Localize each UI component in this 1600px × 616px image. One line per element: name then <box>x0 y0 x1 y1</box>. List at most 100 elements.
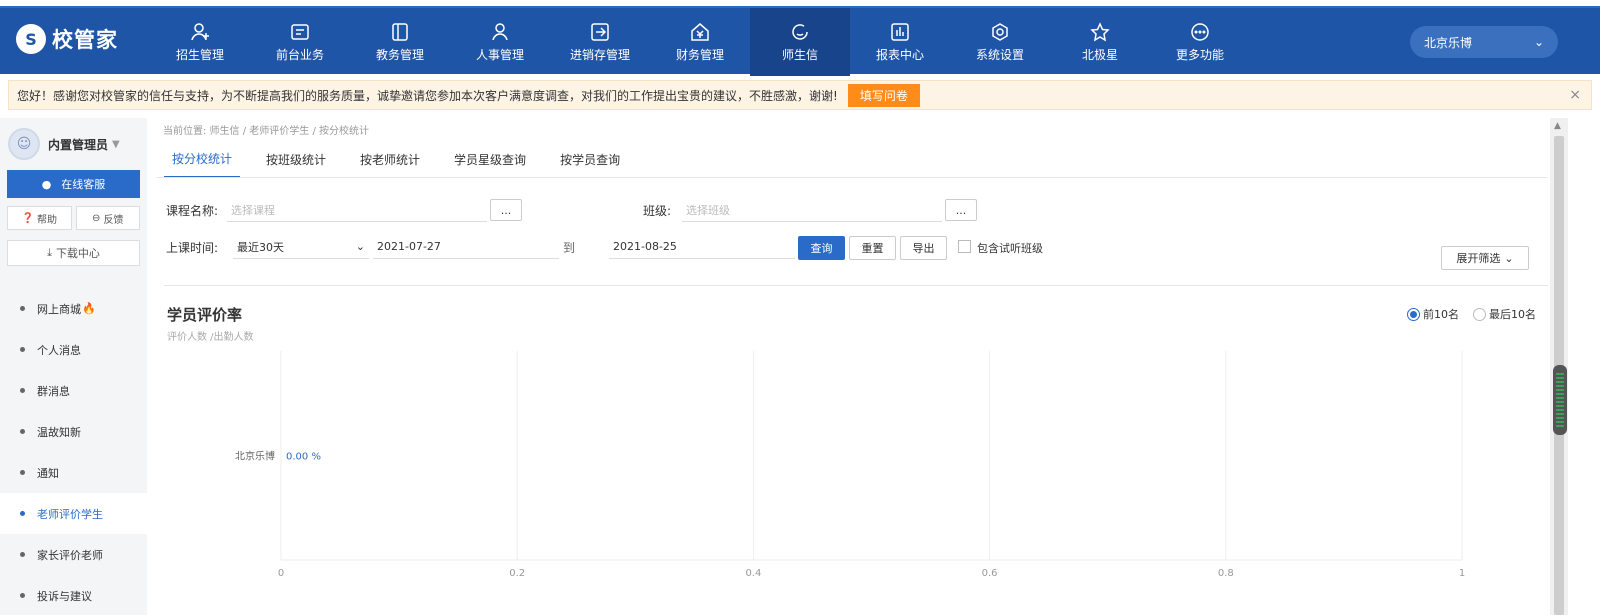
class-picker-button[interactable]: ... <box>945 199 977 221</box>
sidebar-menu: 网上商城 🔥 个人消息 群消息 温故知新 通知 老师评价学生 家长评价老师 投诉与… <box>0 288 147 616</box>
sidebar-item-label: 家长评价老师 <box>37 548 103 562</box>
bullet-icon <box>20 470 25 475</box>
nav-item-finance[interactable]: 财务管理 <box>650 8 750 76</box>
nav-item-inventory[interactable]: 进销存管理 <box>550 8 650 76</box>
nav-item-more[interactable]: 更多功能 <box>1150 8 1250 76</box>
evaluation-rate-chart: 0 0.2 0.4 0.6 0.8 1 北京乐博 0.00 % <box>235 351 1465 579</box>
radio-bottom10[interactable]: 最后10名 <box>1473 306 1536 322</box>
settings-icon <box>992 22 1008 41</box>
user-name: 内置管理员 <box>48 137 109 152</box>
finance-icon <box>691 22 709 41</box>
date-to-input[interactable]: 2021-08-25 <box>609 235 795 259</box>
class-input[interactable]: 选择班级 <box>682 198 942 222</box>
avatar: ☺ <box>8 128 40 160</box>
help-button[interactable]: ❓ 帮助 <box>7 206 72 230</box>
nav-label: 师生信 <box>781 47 818 62</box>
to-label: 到 <box>563 241 576 255</box>
radio-top10[interactable]: 前10名 <box>1407 306 1459 322</box>
chevron-down-icon: ⌄ <box>1504 251 1514 265</box>
nav-label: 前台业务 <box>275 47 324 62</box>
nav-label: 北极星 <box>1081 47 1118 62</box>
book-icon <box>392 22 408 41</box>
close-icon[interactable]: × <box>1569 87 1581 103</box>
sidebar-item-teacher-eval[interactable]: 老师评价学生 <box>0 493 147 534</box>
campus-select[interactable]: 北京乐博 ⌄ <box>1410 26 1558 58</box>
more-icon <box>1191 22 1209 41</box>
sidebar-item-label: 个人消息 <box>37 343 81 357</box>
nav-label: 人事管理 <box>475 47 524 62</box>
section-divider <box>164 285 1548 286</box>
bullet-icon <box>20 511 25 516</box>
sidebar-item-shop[interactable]: 网上商城 🔥 <box>0 288 147 329</box>
tab-star-query[interactable]: 学员星级查询 <box>446 140 534 178</box>
caret-down-icon: ▼ <box>112 138 120 150</box>
class-label: 班级: <box>643 204 672 218</box>
sidebar-item-personal-message[interactable]: 个人消息 <box>0 329 147 370</box>
logo[interactable]: S 校管家 <box>16 24 118 54</box>
x-tick-label: 1 <box>1459 568 1465 579</box>
sidebar-item-group-message[interactable]: 群消息 <box>0 370 147 411</box>
nav-item-settings[interactable]: 系统设置 <box>950 8 1050 76</box>
side-widget-handle[interactable] <box>1553 365 1567 435</box>
sidebar-item-parent-eval[interactable]: 家长评价老师 <box>0 534 147 575</box>
period-select[interactable]: 最近30天 ⌄ <box>233 235 369 259</box>
chart-title: 学员评价率 <box>167 306 243 324</box>
bullet-icon <box>20 388 25 393</box>
tab-by-student[interactable]: 按学员查询 <box>552 140 628 178</box>
online-service-button[interactable]: ● 在线客服 <box>7 170 140 198</box>
survey-button[interactable]: 填写问卷 <box>847 83 920 107</box>
x-tick-label: 0.6 <box>982 568 998 579</box>
category-label: 北京乐博 <box>235 450 275 463</box>
sidebar-item-label: 老师评价学生 <box>37 507 103 521</box>
download-center-button[interactable]: ⤓ 下载中心 <box>7 240 140 266</box>
expand-filter-button[interactable]: 展开筛选 ⌄ <box>1441 246 1529 270</box>
date-from-input[interactable]: 2021-07-27 <box>373 235 559 259</box>
help-label: 帮助 <box>36 214 57 226</box>
reset-button[interactable]: 重置 <box>849 236 896 260</box>
nav-item-report[interactable]: 报表中心 <box>850 8 950 76</box>
sidebar-item-notification[interactable]: 通知 <box>0 452 147 493</box>
course-label: 课程名称: <box>166 204 219 218</box>
report-icon <box>891 22 909 41</box>
export-button[interactable]: 导出 <box>900 236 947 260</box>
feedback-icon: ⊖ <box>92 212 101 224</box>
fire-icon: 🔥 <box>82 302 96 315</box>
sidebar: ☺ 内置管理员 ▼ ● 在线客服 ❓ 帮助 ⊖ 反馈 ⤓ 下载中心 网上商城 🔥 个人… <box>0 118 147 615</box>
nav-item-desk[interactable]: 前台业务 <box>250 8 350 76</box>
message-icon <box>792 23 808 40</box>
breadcrumb: 当前位置: 师生信 / 老师评价学生 / 按分校统计 <box>163 126 370 137</box>
main-nav: 招生管理 前台业务 教务管理 人事管理 进销存管理 财务管理 师生信 报表中心 <box>150 8 1250 76</box>
chart-subtitle: 评价人数 /出勤人数 <box>167 332 254 343</box>
nav-item-message[interactable]: 师生信 <box>750 8 850 76</box>
nav-item-enroll[interactable]: 招生管理 <box>150 8 250 76</box>
sidebar-item-review[interactable]: 温故知新 <box>0 411 147 452</box>
radio-label: 前10名 <box>1423 308 1459 321</box>
sidebar-item-complaints[interactable]: 投诉与建议 <box>0 575 147 616</box>
nav-item-teaching[interactable]: 教务管理 <box>350 8 450 76</box>
query-button[interactable]: 查询 <box>798 236 845 260</box>
help-icon: ❓ <box>21 212 34 224</box>
chevron-down-icon: ⌄ <box>1533 35 1544 49</box>
tab-by-campus[interactable]: 按分校统计 <box>164 140 241 178</box>
inventory-icon <box>591 22 609 41</box>
course-picker-button[interactable]: ... <box>490 199 522 221</box>
chevron-down-icon: ⌄ <box>355 240 365 253</box>
nav-item-hr[interactable]: 人事管理 <box>450 8 550 76</box>
scroll-up-icon[interactable]: ▲ <box>1554 121 1561 131</box>
survey-notice: 您好！感谢您对校管家的信任与支持，为不断提高我们的服务质量，诚挚邀请您参加本次客… <box>8 80 1592 110</box>
nav-item-polaris[interactable]: 北极星 <box>1050 8 1150 76</box>
include-trial-label: 包含试听班级 <box>977 242 1043 255</box>
include-trial-checkbox[interactable] <box>958 240 971 253</box>
user-menu[interactable]: ☺ 内置管理员 ▼ <box>8 128 120 160</box>
star-icon <box>1090 21 1110 41</box>
feedback-button[interactable]: ⊖ 反馈 <box>75 206 140 230</box>
course-input[interactable]: 选择课程 <box>227 198 487 222</box>
person-icon <box>492 22 508 40</box>
tab-by-teacher[interactable]: 按老师统计 <box>352 140 428 178</box>
radio-label: 最后10名 <box>1489 308 1536 321</box>
sidebar-item-label: 投诉与建议 <box>37 589 92 603</box>
tab-by-class[interactable]: 按班级统计 <box>258 140 334 178</box>
nav-label: 进销存管理 <box>569 47 630 62</box>
expand-label: 展开筛选 <box>1456 252 1501 265</box>
time-label: 上课时间: <box>166 241 219 255</box>
